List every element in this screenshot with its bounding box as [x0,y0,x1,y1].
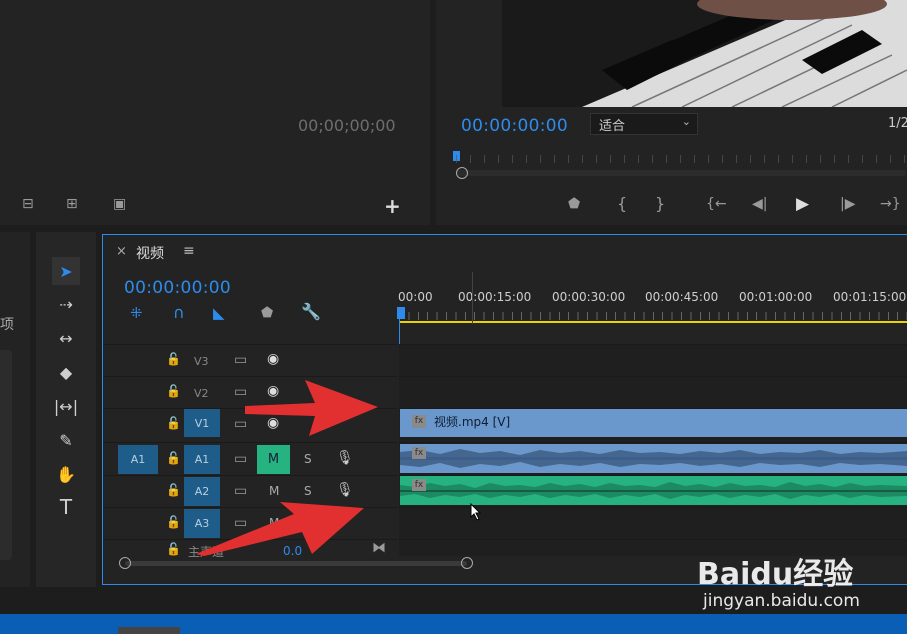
selection-tool[interactable]: ➤ [52,257,80,285]
project-panel-label: 项 [0,317,14,333]
lock-icon[interactable]: 🔓 [166,543,181,555]
source-timecode: 00;00;00;00 [298,116,396,135]
ruler-label-0: 00:00 [398,290,433,304]
go-to-in-icon[interactable]: {← [706,197,727,211]
camera-icon[interactable]: ▣ [113,197,126,211]
red-arrow-icon [196,502,364,556]
pen-tool[interactable]: ✎ [52,426,80,454]
timeline-title[interactable]: 视频 [136,243,164,263]
red-arrow-icon [245,380,378,436]
video-clip[interactable]: fx 视频.mp4 [V] [400,409,907,437]
magnet-icon[interactable]: ∩ [173,303,185,322]
zoom-handle-right[interactable] [461,557,473,569]
video-clip-name: 视频.mp4 [V] [434,415,511,429]
track-label-v3[interactable]: V3 [194,355,209,368]
mark-out-icon[interactable]: } [655,196,665,212]
play-icon[interactable]: ▶ [796,194,809,214]
overwrite-icon[interactable]: ⊞ [66,197,78,211]
fx-badge: fx [412,479,426,491]
add-marker-icon[interactable]: ⬟ [261,306,273,320]
lock-icon[interactable]: 🔓 [166,452,181,464]
ruler-label-1: 00:00:15:00 [458,290,532,304]
film-icon[interactable]: ▭ [234,353,247,367]
source-patch-a1[interactable]: A1 [118,445,158,474]
lock-icon[interactable]: 🔓 [166,516,181,528]
program-monitor: 00:00:00:00 适合 ⌄ 1/2 ⬟ { } {← ◀| ▶ |▶ →} [436,0,907,225]
baidu-watermark: Baidu经验 jingyan.baidu.com [695,535,907,615]
audio-clip-a1[interactable]: fx [400,444,907,473]
fx-badge: fx [412,415,426,428]
razor-tool[interactable]: ◆ [52,358,80,386]
go-to-out-icon[interactable]: →} [880,197,901,211]
timeline-menu[interactable]: ≡ [183,243,195,259]
add-button[interactable]: + [384,194,401,218]
fit-dropdown[interactable]: 适合 ⌄ [590,113,698,135]
lock-icon[interactable]: 🔓 [166,385,181,397]
ripple-edit-tool[interactable]: ↔ [52,324,80,352]
eye-icon[interactable]: ◉ [267,352,279,366]
mute-button-a1[interactable]: M [257,445,290,474]
track-header-v3 [103,344,397,376]
linked-selection-icon[interactable]: ◣ [213,304,225,322]
track-select-tool[interactable]: ⇢ [52,290,80,318]
project-panel: 项 [0,232,30,587]
step-forward-icon[interactable]: |▶ [840,197,855,211]
track-row-v3 [399,344,907,376]
lock-icon[interactable]: 🔓 [166,353,181,365]
snap-icon[interactable]: ⁜ [130,304,143,322]
baidu-logo: Baidu经验 [697,557,854,592]
hand-tool[interactable]: ✋ [52,460,80,488]
solo-button-a1[interactable]: S [304,452,312,466]
lock-icon[interactable]: 🔓 [166,417,181,429]
mouse-cursor-icon [470,502,482,525]
microphone-icon[interactable]: 🎙 [336,483,354,497]
fx-badge: fx [412,447,426,459]
track-label-a1[interactable]: A1 [184,445,220,474]
work-area-bar[interactable] [399,321,907,323]
marker-icon[interactable]: ⬟ [568,197,580,211]
ruler-label-5: 00:01:15:00 [833,290,907,304]
ruler-label-3: 00:00:45:00 [645,290,719,304]
step-back-icon[interactable]: ◀| [752,197,767,211]
track-row-v2 [399,376,907,408]
timeline-zoom-scrollbar[interactable] [125,561,467,566]
microphone-icon[interactable]: 🎙 [336,451,354,465]
chevron-down-icon: ⌄ [681,115,691,128]
source-monitor: 00;00;00;00 ⊟ ⊞ ▣ + [0,0,430,225]
ruler-label-2: 00:00:30:00 [552,290,626,304]
resolution-dropdown[interactable]: 1/2 [888,116,907,131]
bottom-scroll-thumb[interactable] [118,627,180,634]
zoom-scrollbar[interactable] [456,170,906,176]
track-label-v1[interactable]: V1 [184,409,220,437]
close-button[interactable]: × [116,244,127,259]
type-tool[interactable]: T [52,493,80,521]
program-timecode: 00:00:00:00 [461,116,569,136]
baidu-url: jingyan.baidu.com [703,591,860,611]
audio-clip-a2[interactable]: fx [400,476,907,505]
scrollbar-handle[interactable] [456,167,468,179]
ruler-divider [472,272,473,324]
film-icon[interactable]: ▭ [234,452,247,466]
ruler-label-4: 00:01:00:00 [739,290,813,304]
project-panel-list [0,350,12,560]
fit-label: 适合 [599,118,626,134]
slip-tool[interactable]: |↔| [52,392,80,420]
mini-ruler [456,155,906,163]
bowtie-icon[interactable]: ⧓ [372,541,386,555]
wrench-icon[interactable]: 🔧 [301,304,321,320]
insert-icon[interactable]: ⊟ [22,197,34,211]
lock-icon[interactable]: 🔓 [166,484,181,496]
ruler-ticks [399,312,907,320]
zoom-handle-left[interactable] [119,557,131,569]
video-frame-piano [502,0,907,107]
mark-in-icon[interactable]: { [617,196,627,212]
timeline-timecode: 00:00:00:00 [124,278,232,298]
track-label-v2[interactable]: V2 [194,387,209,400]
